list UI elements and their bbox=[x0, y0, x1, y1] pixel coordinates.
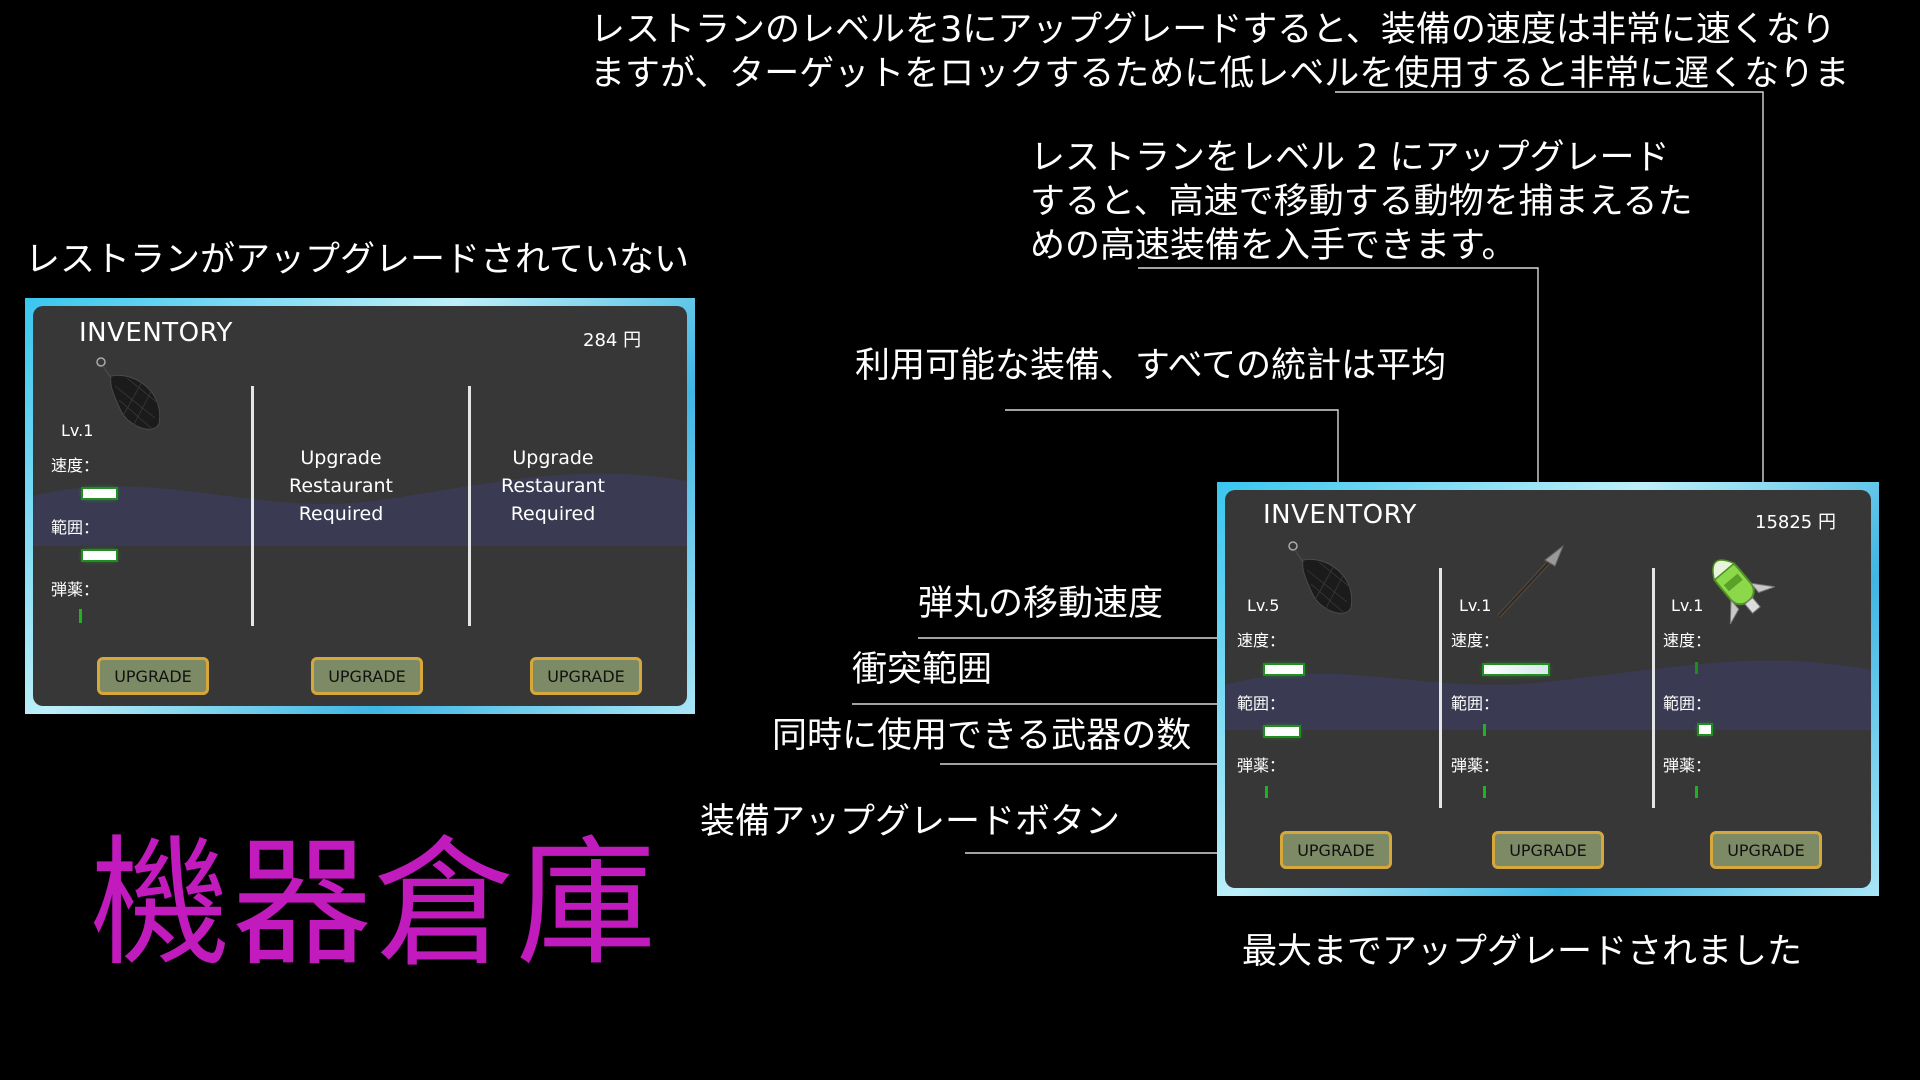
upgrade-button[interactable]: UPGRADE bbox=[1492, 831, 1604, 869]
slot2-level: Lv.1 bbox=[1459, 596, 1492, 615]
inventory-title: INVENTORY bbox=[79, 318, 233, 348]
upgrade-required-line3: Required bbox=[298, 503, 384, 525]
inventory-title: INVENTORY bbox=[1263, 500, 1417, 530]
upgrade-button[interactable]: UPGRADE bbox=[97, 657, 209, 695]
money-display: 284 円 bbox=[583, 330, 642, 351]
note-collision-range: 衝突範囲 bbox=[852, 650, 993, 690]
slot1-speed-label: 速度： bbox=[51, 456, 100, 475]
net-icon bbox=[1288, 541, 1353, 614]
upgrade-button[interactable]: UPGRADE bbox=[311, 657, 423, 695]
slot1-speed-bar bbox=[83, 489, 116, 498]
slot3-level: Lv.1 bbox=[1671, 596, 1704, 615]
slot1-range-label: 範囲： bbox=[1237, 694, 1286, 713]
note-not-upgraded: レストランがアップグレードされていない bbox=[25, 240, 689, 280]
slot2-range-label: 範囲： bbox=[1451, 694, 1500, 713]
slot1-ammo-label: 弾薬： bbox=[1237, 756, 1286, 775]
slot-divider bbox=[1652, 568, 1655, 808]
inventory-panel-left: INVENTORY 284 円 Lv.1 速度： 範囲： 弾薬： UPGRADE… bbox=[25, 298, 695, 714]
note-weapon-count: 同時に使用できる武器の数 bbox=[772, 716, 1192, 756]
slot2-speed-bar bbox=[1484, 665, 1548, 674]
inventory-panel-left-inner: INVENTORY 284 円 Lv.1 速度： 範囲： 弾薬： UPGRADE… bbox=[33, 306, 687, 706]
spear-icon bbox=[1497, 544, 1565, 618]
note-level3-upgrade: レストランのレベルを3にアップグレードすると、装備の速度は非常に速くなり bbox=[590, 10, 1836, 50]
slot1-ammo-bar bbox=[1265, 786, 1268, 798]
upgrade-required-line1: Upgrade bbox=[512, 447, 594, 469]
slot1-speed-label: 速度： bbox=[1237, 631, 1286, 650]
note-upgrade-button: 装備アップグレードボタン bbox=[700, 802, 1121, 842]
note-level2-upgrade-1: レストランをレベル 2 にアップグレード bbox=[1030, 138, 1670, 178]
rocket-icon bbox=[1712, 559, 1775, 625]
slot3-speed-bar bbox=[1695, 662, 1698, 674]
slot1-range-bar bbox=[1265, 727, 1299, 736]
slot1-range-label: 範囲： bbox=[51, 518, 100, 537]
slot1-speed-bar bbox=[1265, 665, 1303, 674]
note-available-equipment: 利用可能な装備、すべての統計は平均 bbox=[855, 346, 1447, 386]
upgrade-button[interactable]: UPGRADE bbox=[1710, 831, 1822, 869]
note-level3-upgrade-cont: ますが、ターゲットをロックするために低レベルを使用すると非常に遅くなりま bbox=[590, 54, 1850, 94]
slot1-ammo-label: 弾薬： bbox=[51, 580, 100, 599]
slot3-ammo-label: 弾薬： bbox=[1663, 756, 1712, 775]
slot2-upgrade-required: Upgrade Restaurant Required bbox=[253, 444, 429, 528]
note-bullet-speed: 弾丸の移動速度 bbox=[918, 584, 1164, 624]
slot1-ammo-bar bbox=[79, 609, 82, 623]
slot3-range-bar bbox=[1699, 725, 1711, 734]
slot1-level: Lv.1 bbox=[61, 421, 94, 440]
slot3-range-label: 範囲： bbox=[1663, 694, 1712, 713]
note-max-upgraded: 最大までアップグレードされました bbox=[1242, 932, 1803, 972]
slot1-level: Lv.5 bbox=[1247, 596, 1280, 615]
inventory-panel-right: INVENTORY 15825 円 Lv.5 速度： 範囲： 弾薬： UPGRA… bbox=[1217, 482, 1879, 896]
upgrade-required-line2: Restaurant bbox=[288, 475, 394, 497]
slot-divider bbox=[1439, 568, 1442, 808]
slot2-ammo-label: 弾薬： bbox=[1451, 756, 1500, 775]
net-icon bbox=[96, 357, 161, 430]
slot2-range-bar bbox=[1483, 724, 1486, 736]
upgrade-required-line2: Restaurant bbox=[500, 475, 606, 497]
note-level2-upgrade-3: めの高速装備を入手できます。 bbox=[1030, 226, 1517, 266]
note-level2-upgrade-2: すると、高速で移動する動物を捕まえるた bbox=[1030, 182, 1693, 222]
slot2-speed-label: 速度： bbox=[1451, 631, 1500, 650]
inventory-panel-right-inner: INVENTORY 15825 円 Lv.5 速度： 範囲： 弾薬： UPGRA… bbox=[1225, 490, 1871, 888]
main-title: 機器倉庫 bbox=[90, 823, 659, 986]
slot3-speed-label: 速度： bbox=[1663, 631, 1712, 650]
slot2-ammo-bar bbox=[1483, 786, 1486, 798]
slot3-upgrade-required: Upgrade Restaurant Required bbox=[465, 444, 641, 528]
upgrade-required-line1: Upgrade bbox=[300, 447, 382, 469]
slot3-ammo-bar bbox=[1695, 786, 1698, 798]
upgrade-button[interactable]: UPGRADE bbox=[530, 657, 642, 695]
upgrade-button[interactable]: UPGRADE bbox=[1280, 831, 1392, 869]
money-display: 15825 円 bbox=[1755, 512, 1836, 533]
background-wave bbox=[1225, 660, 1871, 730]
slot1-range-bar bbox=[83, 551, 116, 560]
upgrade-required-line3: Required bbox=[510, 503, 596, 525]
